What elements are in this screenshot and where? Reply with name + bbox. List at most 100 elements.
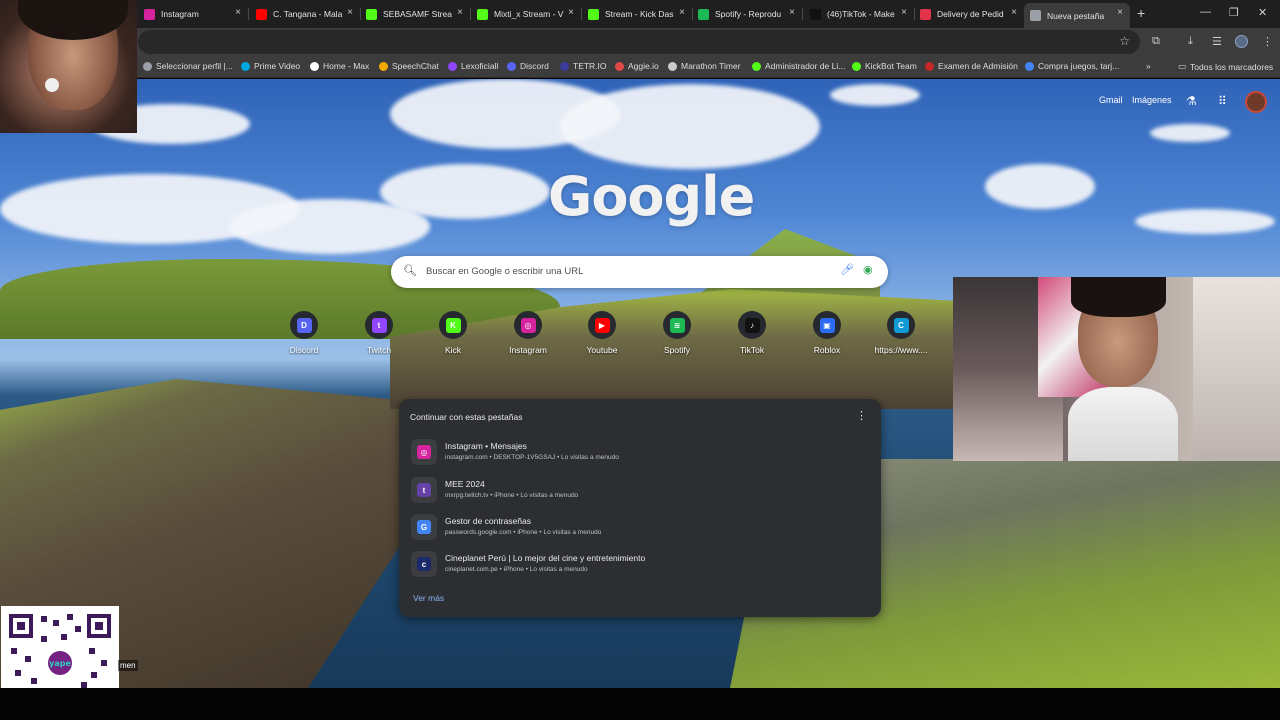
shirt-shape	[1068, 387, 1178, 461]
bookmark-favicon-icon	[668, 61, 677, 71]
bookmark-favicon-icon	[379, 61, 388, 71]
shortcut-tile[interactable]: D Discord	[269, 311, 339, 355]
shortcut-favicon-icon: ≋	[669, 317, 685, 333]
more-options-icon[interactable]: ⋮	[856, 409, 867, 422]
tab-separator	[248, 8, 249, 20]
recent-tab-row[interactable]: c Cineplanet Perú | Lo mejor del cine y e…	[408, 548, 870, 582]
microphone-icon[interactable]: 🎤︎	[840, 263, 854, 276]
bookmark-star-icon[interactable]: ☆	[1119, 34, 1130, 48]
extensions-icon[interactable]: ⧉	[1152, 35, 1160, 48]
bookmark-item[interactable]: Prime Video	[241, 61, 300, 71]
shelf-shape	[1193, 277, 1280, 461]
address-bar[interactable]: ☆	[138, 30, 1140, 54]
close-tab-icon[interactable]: ×	[347, 7, 353, 18]
browser-tab[interactable]: SEBASAMF Strea ×	[360, 3, 471, 25]
search-box[interactable]: 🔍︎ Buscar en Google o escribir una URL 🎤…	[391, 256, 888, 288]
profile-avatar[interactable]	[1235, 35, 1248, 48]
close-tab-icon[interactable]: ×	[568, 7, 574, 18]
bookmark-item[interactable]: Aggie.io	[615, 61, 659, 71]
recent-tab-row[interactable]: G Gestor de contraseñas passwords.google.c…	[408, 511, 870, 545]
bookmark-label: Administrador de Li...	[765, 61, 846, 71]
recent-tab-row[interactable]: ◎ Instagram • Mensajes instagram.com • DES…	[408, 436, 870, 470]
bookmark-label: Compra juegos, tarj...	[1038, 61, 1120, 71]
close-tab-icon[interactable]: ×	[457, 7, 463, 18]
gmail-link[interactable]: Gmail	[1099, 95, 1123, 105]
shortcut-tile[interactable]: ▶ Youtube	[567, 311, 637, 355]
hair-shape	[1071, 277, 1166, 317]
shortcut-tile[interactable]: ◎ Instagram	[493, 311, 563, 355]
cloud-shape	[1135, 209, 1275, 234]
close-tab-icon[interactable]: ×	[1117, 7, 1123, 18]
browser-tab[interactable]: Instagram ×	[138, 3, 249, 25]
shortcut-tile[interactable]: Chttps://www....	[866, 311, 936, 355]
browser-tab[interactable]: (46)TikTok - Make ×	[804, 3, 915, 25]
recent-tab-title: Cineplanet Perú | Lo mejor del cine y en…	[445, 553, 646, 563]
bookmark-label: KickBot Team	[865, 61, 917, 71]
search-icon: 🔍︎	[403, 265, 417, 277]
yape-logo-text: yape	[49, 659, 71, 668]
bookmark-item[interactable]: Lexoficiall	[448, 61, 498, 71]
shortcut-favicon-icon: ▶	[594, 317, 610, 333]
recent-tab-icon: ◎	[411, 439, 437, 465]
close-tab-icon[interactable]: ×	[679, 7, 685, 18]
apps-grid-icon[interactable]: ⠿	[1218, 94, 1227, 108]
browser-tab[interactable]: Mixti_x Stream - V ×	[471, 3, 582, 25]
bookmark-label: Seleccionar perfil |...	[156, 61, 233, 71]
site-favicon-icon: c	[417, 557, 431, 571]
tab-title: Stream - Kick Das	[605, 9, 674, 19]
shortcut-tile[interactable]: K Kick	[418, 311, 488, 355]
bookmark-favicon-icon	[560, 61, 569, 71]
minimize-button[interactable]: —	[1200, 6, 1211, 18]
downloads-icon[interactable]: ⤓	[1188, 35, 1193, 48]
shortcut-label: Twitch	[366, 345, 392, 355]
images-link[interactable]: Imágenes	[1132, 95, 1172, 105]
browser-tab[interactable]: Nueva pestaña ×	[1024, 3, 1130, 28]
bookmark-item[interactable]: Seleccionar perfil |...	[143, 61, 233, 71]
menu-icon[interactable]: ⋮	[1262, 35, 1273, 48]
close-tab-icon[interactable]: ×	[235, 7, 241, 18]
all-bookmarks-folder[interactable]: ▭ Todos los marcadores	[1178, 61, 1273, 72]
browser-tab[interactable]: C. Tangana - Mala ×	[250, 3, 361, 25]
bookmark-item[interactable]: SpeechChat	[379, 61, 439, 71]
browser-tab[interactable]: Stream - Kick Das ×	[582, 3, 693, 25]
bookmark-item[interactable]: Discord	[507, 61, 549, 71]
labs-flask-icon[interactable]: ⚗	[1186, 94, 1197, 108]
maximize-button[interactable]: ❐	[1229, 6, 1239, 19]
bookmark-item[interactable]: TETR.IO	[560, 61, 607, 71]
bookmark-item[interactable]: KickBot Team	[852, 61, 917, 71]
shortcut-tile[interactable]: ▣ Roblox	[792, 311, 862, 355]
shortcut-icon-circle: ◎	[514, 311, 542, 339]
shortcut-tile[interactable]: ♪ TikTok	[717, 311, 787, 355]
qr-caption: men	[118, 660, 138, 671]
bookmark-item[interactable]: Administrador de Li...	[752, 61, 845, 71]
shortcut-tile[interactable]: ≋ Spotify	[642, 311, 712, 355]
close-window-button[interactable]: ✕	[1258, 6, 1267, 19]
close-tab-icon[interactable]: ×	[901, 7, 907, 18]
bookmark-label: Discord	[520, 61, 549, 71]
shortcut-icon-circle: t	[365, 311, 393, 339]
bookmark-item[interactable]: Marathon Timer	[668, 61, 741, 71]
recent-tab-row[interactable]: t MEE 2024 mxrpg.twitch.tv • iPhone • Lo v…	[408, 474, 870, 508]
bookmark-label: Prime Video	[254, 61, 301, 71]
see-more-link[interactable]: Ver más	[413, 593, 444, 603]
browser-tab[interactable]: Delivery de Pedid ×	[914, 3, 1024, 25]
site-favicon-icon: ◎	[417, 445, 431, 459]
shortcut-icon-circle: D	[290, 311, 318, 339]
shortcut-tile[interactable]: t Twitch	[344, 311, 414, 355]
google-lens-icon[interactable]: ◉	[863, 263, 873, 276]
new-tab-button[interactable]: +	[1137, 5, 1145, 21]
bookmark-item[interactable]: Examen de Admisión	[925, 61, 1018, 71]
close-tab-icon[interactable]: ×	[789, 7, 795, 18]
bookmark-item[interactable]: Compra juegos, tarj...	[1025, 61, 1119, 71]
shortcut-label: Discord	[289, 345, 319, 355]
shortcut-label: Kick	[444, 345, 462, 355]
recent-tab-subtitle: instagram.com • DESKTOP-1V5GSAJ • Lo vis…	[445, 454, 619, 461]
continue-tabs-card: Continuar con estas pestañas ⋮ ◎ Instagra…	[399, 399, 881, 617]
bookmarks-overflow-button[interactable]: »	[1146, 61, 1151, 71]
bookmark-item[interactable]: Home - Max	[310, 61, 369, 71]
account-avatar[interactable]	[1245, 91, 1267, 113]
reading-list-icon[interactable]: ☰	[1212, 35, 1222, 48]
search-input[interactable]: Buscar en Google o escribir una URL	[426, 266, 583, 277]
browser-tab[interactable]: Spotify - Reprodu ×	[692, 3, 803, 25]
close-tab-icon[interactable]: ×	[1011, 7, 1017, 18]
